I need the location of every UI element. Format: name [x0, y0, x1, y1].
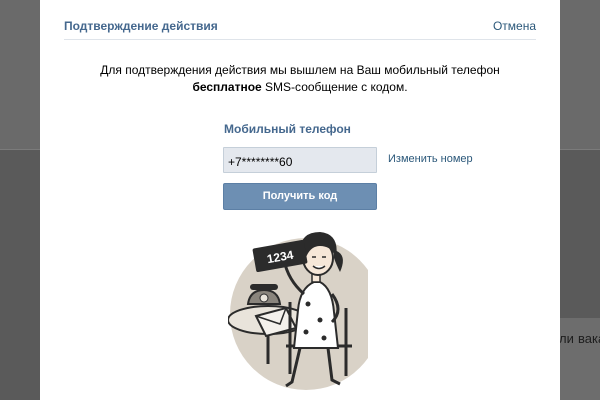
info-bold-free: бесплатное [192, 80, 262, 94]
dialog-header: Подтверждение действия Отмена [64, 0, 536, 40]
cancel-link[interactable]: Отмена [493, 19, 536, 33]
info-sms-text: SMS-сообщение с кодом. [261, 80, 408, 94]
background-panel-right [558, 0, 600, 150]
phone-field-label: Мобильный телефон [224, 122, 351, 136]
background-text-fragment: вака [578, 331, 600, 346]
woman-holding-code-sign-illustration: 1234 [227, 224, 382, 400]
phone-number-input[interactable] [223, 147, 377, 173]
background-panel-left [0, 0, 40, 150]
change-number-link[interactable]: Изменить номер [388, 153, 473, 165]
confirm-action-dialog: Подтверждение действия Отмена Для подтве… [40, 0, 560, 400]
background-text-fragment: ли [559, 331, 574, 346]
dialog-title: Подтверждение действия [64, 19, 218, 33]
dialog-info-text: Для подтверждения действия мы вышлем на … [40, 62, 560, 96]
telephone-icon [246, 284, 282, 305]
info-line-1: Для подтверждения действия мы вышлем на … [100, 63, 500, 77]
info-line-2: бесплатное SMS-сообщение с кодом. [40, 79, 560, 96]
get-code-button[interactable]: Получить код [223, 183, 377, 210]
